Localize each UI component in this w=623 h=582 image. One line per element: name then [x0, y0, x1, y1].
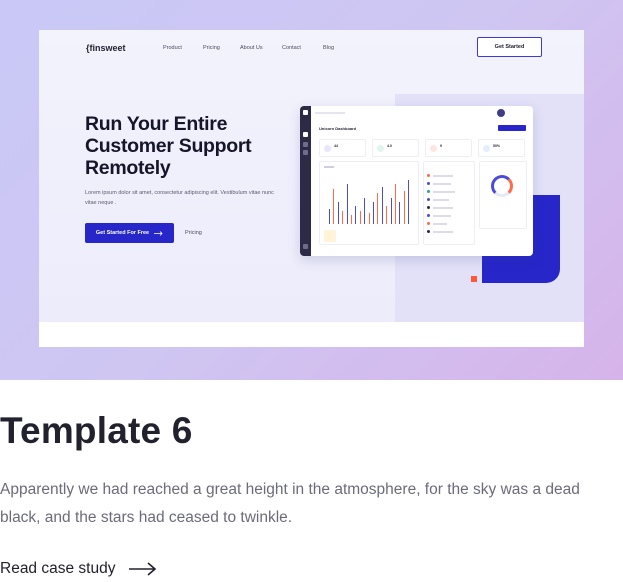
donut-panel: [479, 161, 527, 229]
sidebar-settings-icon: [303, 244, 308, 249]
read-case-study-label: Read case study: [0, 560, 116, 577]
read-case-study-link[interactable]: Read case study: [0, 560, 157, 578]
nav-link-pricing[interactable]: Pricing: [203, 45, 220, 51]
chart-bar: [408, 180, 410, 224]
logo[interactable]: {finsweet: [86, 43, 126, 53]
dashboard-title: Unicorn Dashboard: [319, 126, 357, 131]
chart-bar: [333, 188, 335, 224]
chart-bar: [355, 206, 357, 224]
template-preview[interactable]: {finsweet Product Pricing About Us Conta…: [39, 30, 584, 347]
cta-label: Get Started For Free: [95, 230, 150, 236]
chart-bar: [395, 184, 396, 224]
arrow-right-icon: [154, 230, 163, 236]
decor-orange-square: [471, 276, 477, 282]
dashboard-mockup: Unicorn Dashboard 44 4.0 9 50%: [300, 106, 533, 256]
chart-bar: [364, 197, 366, 224]
chart-bar: [403, 191, 405, 224]
dashboard-add-button: [498, 125, 526, 131]
chart-bar: [342, 210, 344, 224]
stat-card: 44: [319, 139, 366, 157]
hero-headline: Run Your Entire Customer Support Remotel…: [85, 113, 252, 179]
sidebar-chart-icon: [303, 150, 308, 155]
stat-card: 50%: [478, 139, 525, 157]
get-started-free-button[interactable]: Get Started For Free: [85, 223, 174, 243]
chart-bar: [346, 184, 348, 224]
dashboard-search: [315, 112, 345, 114]
chart-bar: [399, 202, 401, 224]
list-panel: [423, 161, 475, 245]
avatar: [497, 109, 505, 117]
chart-bar: [329, 208, 330, 224]
dashboard-sidebar: [300, 106, 311, 256]
donut-chart: [491, 175, 513, 197]
bar-chart: [329, 176, 415, 224]
arrow-right-icon: [129, 562, 157, 576]
chart-bar: [377, 193, 379, 224]
chart-bar: [359, 210, 361, 224]
chart-bar: [337, 202, 339, 224]
pricing-link[interactable]: Pricing: [185, 230, 202, 236]
stat-card: 4.0: [372, 139, 419, 157]
chart-bar: [386, 206, 388, 224]
chart-bar: [381, 186, 383, 224]
chart-bar: [368, 213, 370, 224]
nav-link-contact[interactable]: Contact: [282, 45, 301, 51]
get-started-button[interactable]: Get Started: [477, 37, 542, 57]
chart-bar: [390, 197, 392, 224]
sidebar-logo-icon: [303, 110, 308, 115]
sidebar-users-icon: [303, 142, 308, 147]
chart-bar: [351, 215, 352, 224]
hero-banner: {finsweet Product Pricing About Us Conta…: [0, 0, 623, 380]
sidebar-home-icon: [303, 132, 308, 137]
card-title: Template 6: [0, 410, 193, 451]
chart-panel: [319, 161, 419, 245]
card-description: Apparently we had reached a great height…: [0, 481, 580, 526]
chart-bar: [373, 202, 374, 224]
nav-link-product[interactable]: Product: [163, 45, 182, 51]
hero-subtext: Lorem ipsum dolor sit amet, consectetur …: [85, 190, 274, 206]
stat-card: 9: [425, 139, 472, 157]
nav-link-about[interactable]: About Us: [240, 45, 263, 51]
nav-link-blog[interactable]: Blog: [323, 45, 334, 51]
